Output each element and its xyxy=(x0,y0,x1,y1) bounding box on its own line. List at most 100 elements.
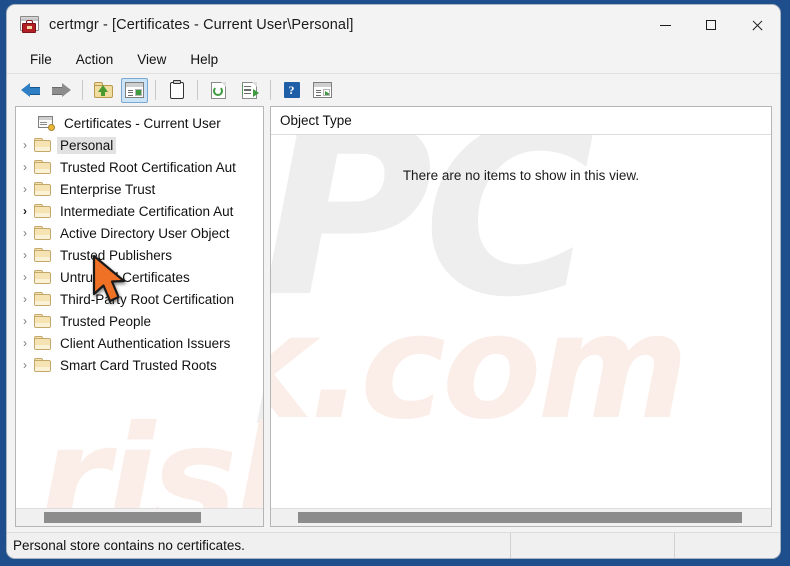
tree-item-trusted-people[interactable]: › Trusted People xyxy=(16,310,263,332)
help-question-icon: ? xyxy=(283,82,300,98)
tree-item-enterprise-trust[interactable]: › Enterprise Trust xyxy=(16,178,263,200)
show-action-pane-button[interactable] xyxy=(309,78,336,103)
toolbar-separator xyxy=(82,80,83,100)
watermark-risk: risk.com xyxy=(38,395,263,508)
chevron-right-icon[interactable]: › xyxy=(16,161,34,173)
tree-item-third-party-root-certification-authorities[interactable]: › Third-Party Root Certification xyxy=(16,288,263,310)
show-hide-console-tree-button[interactable] xyxy=(121,77,148,103)
forward-button[interactable] xyxy=(48,78,75,103)
scrollbar-thumb[interactable] xyxy=(298,512,742,523)
export-list-button[interactable] xyxy=(236,78,263,103)
tree-item-intermediate-certification-authorities[interactable]: › Intermediate Certification Aut xyxy=(16,200,263,222)
forward-arrow-icon xyxy=(52,83,71,97)
list-column-header[interactable]: Object Type xyxy=(271,107,771,135)
tree-item-label: Personal xyxy=(57,136,117,154)
tree-item-personal[interactable]: › Personal xyxy=(16,134,263,156)
tree-item-label: Untrusted Certificates xyxy=(60,269,190,285)
chevron-right-icon[interactable]: › xyxy=(16,271,34,283)
tree-item-trusted-root-certification-authorities[interactable]: › Trusted Root Certification Aut xyxy=(16,156,263,178)
scrollbar-thumb[interactable] xyxy=(44,512,201,523)
tree-item-trusted-publishers[interactable]: › Trusted Publishers xyxy=(16,244,263,266)
folder-icon xyxy=(34,358,51,372)
maximize-button[interactable] xyxy=(688,5,734,45)
watermark: PC risk.com xyxy=(271,135,771,508)
console-tree-icon xyxy=(125,82,144,98)
chevron-right-icon[interactable]: › xyxy=(16,315,34,327)
properties-button[interactable] xyxy=(163,78,190,103)
tree-item-label: Trusted Publishers xyxy=(60,247,173,263)
toolbar-separator xyxy=(155,80,156,100)
folder-icon xyxy=(34,226,51,240)
tree-item-untrusted-certificates[interactable]: › Untrusted Certificates xyxy=(16,266,263,288)
menu-bar: File Action View Help xyxy=(7,45,780,74)
result-list-body: PC risk.com There are no items to show i… xyxy=(271,135,771,508)
back-button[interactable] xyxy=(17,78,44,103)
maximize-icon xyxy=(706,20,716,30)
certmgr-icon xyxy=(20,16,40,34)
tree-item-label: Trusted People xyxy=(60,313,152,329)
help-button[interactable]: ? xyxy=(278,78,305,103)
clipboard-icon xyxy=(169,79,184,99)
chevron-right-icon[interactable]: › xyxy=(16,227,34,239)
refresh-page-icon xyxy=(211,81,226,99)
folder-icon xyxy=(34,270,51,284)
content-area: PC risk.com › Certificates - Current Use… xyxy=(7,106,780,527)
tree-item-label: Intermediate Certification Aut xyxy=(60,203,234,219)
chevron-right-icon[interactable]: › xyxy=(16,337,34,349)
chevron-right-icon[interactable]: › xyxy=(16,205,34,217)
folder-icon xyxy=(34,336,51,350)
tree-item-label: Third-Party Root Certification xyxy=(60,291,235,307)
chevron-right-icon[interactable]: › xyxy=(16,293,34,305)
menu-file[interactable]: File xyxy=(21,49,61,70)
console-tree-body: PC risk.com › Certificates - Current Use… xyxy=(16,107,263,508)
watermark-pc: PC xyxy=(271,135,596,349)
up-one-level-button[interactable] xyxy=(90,78,117,103)
tree-root-certificates-current-user[interactable]: › Certificates - Current User xyxy=(16,112,263,134)
toolbar-separator xyxy=(270,80,271,100)
window-title: certmgr - [Certificates - Current User\P… xyxy=(49,17,354,33)
status-segment-3 xyxy=(674,533,780,558)
tree-item-label: Enterprise Trust xyxy=(60,181,156,197)
status-segment-1: Personal store contains no certificates. xyxy=(7,533,510,558)
chevron-right-icon[interactable]: › xyxy=(16,249,34,261)
tree-item-label: Trusted Root Certification Aut xyxy=(60,159,236,175)
column-header-object-type[interactable]: Object Type xyxy=(271,113,352,128)
menu-action[interactable]: Action xyxy=(67,49,123,70)
status-bar: Personal store contains no certificates. xyxy=(7,532,780,558)
minimize-icon xyxy=(659,24,671,26)
chevron-right-icon[interactable]: › xyxy=(16,139,34,151)
action-pane-icon xyxy=(313,82,332,98)
tree-item-label: Active Directory User Object xyxy=(60,225,230,241)
tree-item-smart-card-trusted-roots[interactable]: › Smart Card Trusted Roots xyxy=(16,354,263,376)
close-button[interactable] xyxy=(734,5,780,45)
folder-icon xyxy=(34,138,51,152)
refresh-button[interactable] xyxy=(205,78,232,103)
status-text: Personal store contains no certificates. xyxy=(13,538,245,553)
title-bar: certmgr - [Certificates - Current User\P… xyxy=(7,5,780,45)
tree-root-label: Certificates - Current User xyxy=(64,115,221,131)
status-segment-2 xyxy=(510,533,674,558)
close-icon xyxy=(751,19,763,31)
folder-icon xyxy=(34,182,51,196)
toolbar-separator xyxy=(197,80,198,100)
certmgr-window: certmgr - [Certificates - Current User\P… xyxy=(7,5,780,558)
folder-icon xyxy=(34,204,51,218)
tree-item-client-authentication-issuers[interactable]: › Client Authentication Issuers xyxy=(16,332,263,354)
folder-icon xyxy=(34,160,51,174)
minimize-button[interactable] xyxy=(642,5,688,45)
menu-help[interactable]: Help xyxy=(181,49,227,70)
window-controls xyxy=(642,5,780,45)
tree-item-active-directory-user-object[interactable]: › Active Directory User Object xyxy=(16,222,263,244)
chevron-right-icon[interactable]: › xyxy=(16,359,34,371)
certificates-console-icon xyxy=(38,115,55,131)
watermark-risk: risk.com xyxy=(271,283,689,452)
tree-horizontal-scrollbar[interactable] xyxy=(16,508,263,526)
list-horizontal-scrollbar[interactable] xyxy=(271,508,771,526)
toolbar: ? xyxy=(7,74,780,106)
tree-item-label: Client Authentication Issuers xyxy=(60,335,231,351)
folder-icon xyxy=(34,248,51,262)
tree-item-label: Smart Card Trusted Roots xyxy=(60,357,217,373)
back-arrow-icon xyxy=(21,83,40,97)
chevron-right-icon[interactable]: › xyxy=(16,183,34,195)
menu-view[interactable]: View xyxy=(128,49,175,70)
